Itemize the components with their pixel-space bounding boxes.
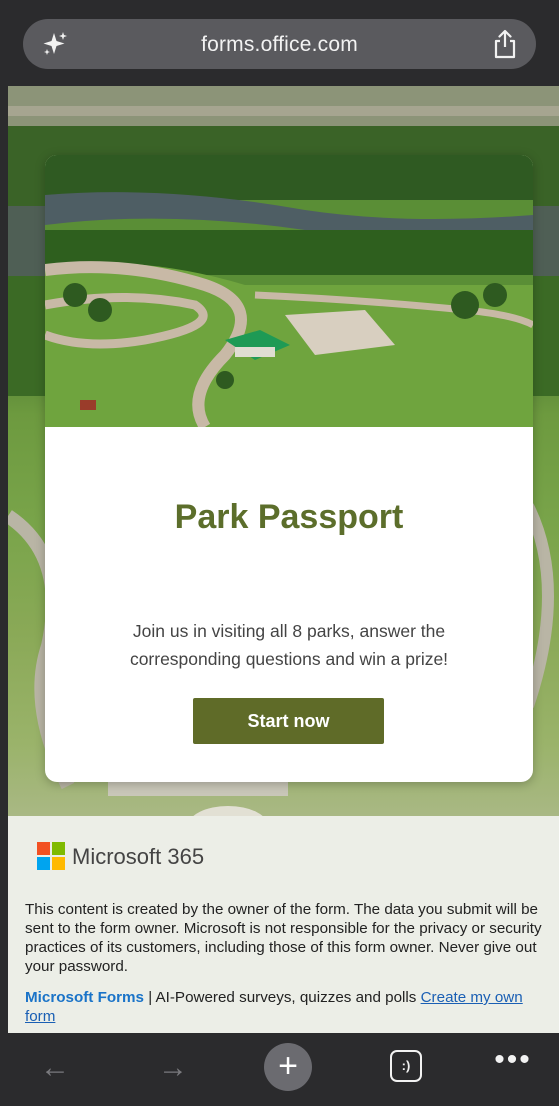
microsoft-forms-link[interactable]: Microsoft Forms	[25, 989, 144, 1006]
start-now-button[interactable]: Start now	[193, 698, 384, 744]
new-tab-button[interactable]: +	[264, 1043, 312, 1091]
browser-top-bar: forms.office.com	[0, 0, 559, 86]
tabs-button[interactable]: :)	[390, 1050, 422, 1082]
footer-links: Microsoft Forms | AI-Powered surveys, qu…	[25, 988, 549, 1026]
more-options-icon[interactable]: •••	[488, 1045, 538, 1085]
url-text[interactable]: forms.office.com	[23, 33, 536, 57]
share-icon[interactable]	[492, 29, 518, 59]
address-bar[interactable]: forms.office.com	[23, 19, 536, 69]
forward-arrow-icon[interactable]: →	[150, 1045, 196, 1091]
microsoft-logo-icon	[37, 842, 65, 870]
park-hero-image	[45, 155, 533, 427]
form-footer: Microsoft 365 This content is created by…	[8, 816, 559, 1033]
form-card: Park Passport Join us in visiting all 8 …	[45, 155, 533, 782]
form-title: Park Passport	[174, 498, 404, 536]
microsoft-365-brand: Microsoft 365	[72, 844, 205, 869]
footer-tagline: | AI-Powered surveys, quizzes and polls	[143, 989, 421, 1006]
disclaimer-text: This content is created by the owner of …	[25, 901, 542, 975]
browser-toolbar: ← → + :) •••	[0, 1033, 559, 1106]
form-description: Join us in visiting all 8 parks, answer …	[129, 621, 449, 669]
back-arrow-icon[interactable]: ←	[32, 1045, 78, 1091]
